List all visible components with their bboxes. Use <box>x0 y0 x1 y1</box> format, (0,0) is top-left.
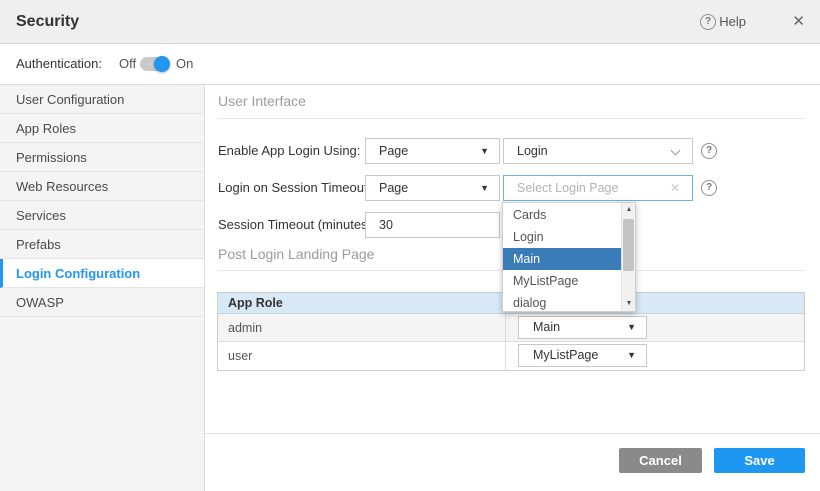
toggle-knob <box>154 56 170 72</box>
scrollbar-thumb[interactable] <box>623 219 634 271</box>
role-cell: user <box>218 342 506 370</box>
landing-page-cell: MyListPage ▼ <box>506 342 804 370</box>
table-row: user MyListPage ▼ <box>218 342 804 370</box>
enable-login-type-select[interactable]: Page ▼ <box>365 138 500 164</box>
session-timeout-input[interactable]: 30 <box>365 212 500 238</box>
combobox-placeholder: Select Login Page <box>517 181 618 195</box>
admin-landing-page-select[interactable]: Main ▼ <box>518 316 647 339</box>
role-cell: admin <box>218 314 506 341</box>
help-link[interactable]: Help <box>719 0 746 44</box>
caret-down-icon: ▼ <box>627 345 636 366</box>
enable-app-login-label: Enable App Login Using: <box>218 138 360 164</box>
close-icon[interactable]: ✕ <box>792 0 805 44</box>
save-button[interactable]: Save <box>714 448 805 473</box>
caret-down-icon: ▼ <box>480 176 489 200</box>
user-landing-page-value: MyListPage <box>533 348 598 362</box>
chevron-down-icon <box>671 146 681 156</box>
main-panel: User Interface Enable App Login Using: P… <box>205 85 820 491</box>
dropdown-option-login[interactable]: Login <box>503 226 621 248</box>
sidebar: User Configuration App Roles Permissions… <box>0 85 205 491</box>
sidebar-item-prefabs[interactable]: Prefabs <box>0 230 204 259</box>
cancel-button[interactable]: Cancel <box>619 448 702 473</box>
login-page-dropdown: Cards Login Main MyListPage dialog ▲ ▼ <box>502 202 636 312</box>
authentication-toggle[interactable] <box>140 57 168 71</box>
section-title-user-interface: User Interface <box>218 93 306 109</box>
page-title: Security <box>16 0 79 44</box>
timeout-login-label: Login on Session Timeout: <box>218 175 371 201</box>
app-role-column-header: App Role <box>218 293 506 313</box>
timeout-login-type-value: Page <box>379 181 408 195</box>
clear-icon[interactable]: ✕ <box>670 176 680 200</box>
toggle-on-label: On <box>176 44 193 84</box>
timeout-login-help-icon[interactable]: ? <box>701 180 717 196</box>
select-login-page-combobox[interactable]: Select Login Page ✕ <box>503 175 693 201</box>
session-timeout-label: Session Timeout (minutes): <box>218 212 376 238</box>
sidebar-item-owasp[interactable]: OWASP <box>0 288 204 317</box>
help-icon[interactable]: ? <box>700 14 716 30</box>
dropdown-option-dialog[interactable]: dialog <box>503 292 621 312</box>
enable-login-page-select[interactable]: Login <box>503 138 693 164</box>
sidebar-item-login-configuration[interactable]: Login Configuration <box>0 259 204 288</box>
scroll-up-icon[interactable]: ▲ <box>622 203 636 217</box>
caret-down-icon: ▼ <box>627 317 636 338</box>
table-row: admin Main ▼ <box>218 314 804 342</box>
admin-landing-page-value: Main <box>533 320 560 334</box>
timeout-login-type-select[interactable]: Page ▼ <box>365 175 500 201</box>
footer-divider <box>205 433 820 434</box>
user-landing-page-select[interactable]: MyListPage ▼ <box>518 344 647 367</box>
caret-down-icon: ▼ <box>480 139 489 163</box>
title-bar: Security ? Help ✕ <box>0 0 820 44</box>
sidebar-item-permissions[interactable]: Permissions <box>0 143 204 172</box>
toggle-off-label: Off <box>119 44 136 84</box>
scroll-down-icon[interactable]: ▼ <box>622 297 636 311</box>
sidebar-item-user-configuration[interactable]: User Configuration <box>0 85 204 114</box>
dropdown-scrollbar[interactable]: ▲ ▼ <box>621 203 635 311</box>
section-title-post-login: Post Login Landing Page <box>218 246 374 262</box>
authentication-label: Authentication: <box>16 44 102 84</box>
authentication-bar: Authentication: Off On <box>0 44 820 85</box>
timeout-login-row: Login on Session Timeout: Page ▼ Select … <box>205 175 820 201</box>
dropdown-option-main[interactable]: Main <box>503 248 621 270</box>
dropdown-option-list: Cards Login Main MyListPage dialog <box>503 204 621 312</box>
enable-login-type-value: Page <box>379 144 408 158</box>
enable-app-login-row: Enable App Login Using: Page ▼ Login ? <box>205 138 820 164</box>
dropdown-option-mylistpage[interactable]: MyListPage <box>503 270 621 292</box>
dropdown-option-cards[interactable]: Cards <box>503 204 621 226</box>
enable-login-help-icon[interactable]: ? <box>701 143 717 159</box>
enable-login-page-value: Login <box>517 144 548 158</box>
landing-page-cell: Main ▼ <box>506 314 804 341</box>
section-divider <box>218 118 805 119</box>
sidebar-item-services[interactable]: Services <box>0 201 204 230</box>
sidebar-item-app-roles[interactable]: App Roles <box>0 114 204 143</box>
sidebar-item-web-resources[interactable]: Web Resources <box>0 172 204 201</box>
